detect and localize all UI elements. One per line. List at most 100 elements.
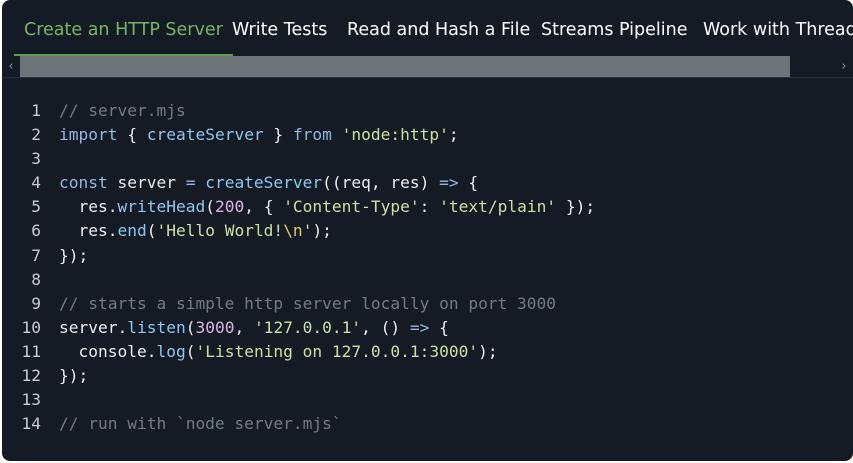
code-line: 1 // server.mjs (2, 99, 853, 123)
code-line: 9 // starts a simple http server locally … (2, 292, 853, 316)
code-line: 10 server.listen(3000, '127.0.0.1', () =>… (2, 316, 853, 340)
line-number: 14 (21, 414, 42, 434)
line-number: 4 (31, 173, 41, 193)
code-token-comment: // run with `node server.mjs` (59, 414, 342, 434)
code-token-plain: ); (478, 341, 498, 361)
line-number: 8 (31, 269, 41, 289)
code-token-plain: res. (59, 197, 118, 217)
code-line: 8 (2, 268, 853, 292)
code-token-plain: , (234, 317, 254, 337)
code-token-op: = (185, 173, 196, 193)
code-token-comment: // starts a simple http server locally o… (59, 293, 557, 313)
code-token-plain: }); (59, 366, 89, 386)
code-token-plain: ( (185, 317, 196, 337)
code-token-func: log (156, 341, 186, 361)
line-number: 5 (31, 197, 41, 217)
code-token-keyword: import (59, 125, 118, 145)
scrollbar-thumb[interactable] (20, 56, 790, 77)
code-text: res.writeHead(200, { 'Content-Type': 'te… (59, 195, 595, 219)
line-number: 12 (21, 366, 42, 386)
line-number: 3 (31, 149, 41, 169)
code-token-plain: }); (556, 197, 596, 217)
code-text: console.log('Listening on 127.0.0.1:3000… (59, 340, 498, 364)
code-example-panel: Create an HTTP Server Write Tests Read a… (2, 0, 853, 461)
code-token-number: 200 (214, 197, 245, 217)
code-token-string: 'Listening on 127.0.0.1:3000' (195, 341, 479, 361)
code-text: res.end('Hello World!\n'); (59, 219, 332, 243)
line-number: 10 (21, 317, 42, 337)
line-number: 13 (21, 390, 42, 410)
code-token-op: => (409, 317, 430, 337)
code-line: 12}); (2, 364, 853, 388)
code-token-string: 'text/plain' (439, 197, 557, 217)
code-line: 14 // run with `node server.mjs` (2, 412, 853, 436)
code-token-func: writeHead (117, 197, 206, 217)
tab-streams-pipeline[interactable]: Streams Pipeline (531, 0, 698, 56)
code-text: }); (59, 244, 88, 268)
code-token-plain: console. (59, 341, 157, 361)
code-line: 5 res.writeHead(200, { 'Content-Type': '… (2, 195, 853, 219)
code-line: 7}); (2, 244, 853, 268)
code-token-keyword: const (59, 173, 108, 193)
line-number: 7 (31, 245, 41, 265)
code-token-plain: } (263, 125, 293, 145)
line-number: 11 (21, 341, 42, 361)
line-number: 6 (31, 221, 41, 241)
code-token-plain: ); (312, 221, 332, 241)
code-token-string: 'node:http' (341, 125, 449, 145)
code-token-plain: { (117, 125, 147, 145)
code-token-plain: res. (59, 221, 118, 241)
code-block: 1 // server.mjs 2 import { createServer } f… (2, 99, 853, 436)
code-token-plain: server. (59, 317, 128, 337)
code-token-plain: }); (59, 245, 89, 265)
tab-create-http-server[interactable]: Create an HTTP Server (14, 0, 233, 56)
tab-write-tests[interactable]: Write Tests (222, 0, 337, 56)
code-token-func: end (117, 221, 147, 241)
code-text: // run with `node server.mjs` (59, 412, 342, 436)
code-token-escape: \n (283, 221, 303, 241)
code-text: server.listen(3000, '127.0.0.1', () => { (59, 316, 449, 340)
code-line: 2 import { createServer } from 'node:http… (2, 123, 853, 147)
code-line: 6 res.end('Hello World!\n'); (2, 219, 853, 243)
code-line: 11 console.log('Listening on 127.0.0.1:3… (2, 340, 853, 364)
tab-scrollbar[interactable]: ‹ › (2, 56, 853, 78)
code-line: 13 (2, 388, 853, 412)
line-number: 2 (31, 125, 41, 145)
code-token-string: '127.0.0.1' (253, 317, 362, 337)
code-token-plain: { (429, 317, 449, 337)
code-line: 4 const server = createServer((req, res) … (2, 171, 853, 195)
code-text: const server = createServer((req, res) =… (59, 171, 478, 195)
code-text: }); (59, 364, 88, 388)
code-line: 3 (2, 147, 853, 171)
code-token-keyword: from (292, 125, 332, 145)
code-token-func: listen (127, 317, 186, 337)
code-token-plain: ((req, res) (322, 173, 440, 193)
code-token-plain: , { (244, 197, 284, 217)
code-text: // server.mjs (59, 99, 186, 123)
code-token-string: 'Content-Type' (283, 197, 420, 217)
line-number: 1 (31, 101, 41, 120)
scroll-right-icon[interactable]: › (835, 56, 853, 77)
tab-bar: Create an HTTP Server Write Tests Read a… (2, 0, 853, 56)
code-token-plain: { (458, 173, 479, 193)
tab-read-and-hash-file[interactable]: Read and Hash a File (337, 0, 540, 56)
code-token-func: createServer (146, 125, 264, 145)
code-token-number: 3000 (195, 317, 235, 337)
code-text: // starts a simple http server locally o… (59, 292, 556, 316)
code-token-op: => (439, 173, 459, 193)
scroll-left-icon[interactable]: ‹ (2, 56, 20, 77)
line-number: 9 (31, 293, 41, 313)
code-token-plain: ; (448, 125, 459, 145)
code-token-plain: ( (185, 341, 196, 361)
code-token-comment: // server.mjs (59, 101, 186, 120)
code-token-func: createServer (205, 173, 323, 193)
code-text: import { createServer } from 'node:http'… (59, 123, 459, 147)
code-token-string: 'Hello World! (156, 221, 284, 241)
code-token-string: ' (302, 221, 313, 241)
code-token-plain: ( (205, 197, 215, 217)
tab-work-with-threads[interactable]: Work with Threads (693, 0, 853, 56)
code-token-plain: server (107, 173, 186, 193)
code-token-plain: , () (361, 317, 410, 337)
